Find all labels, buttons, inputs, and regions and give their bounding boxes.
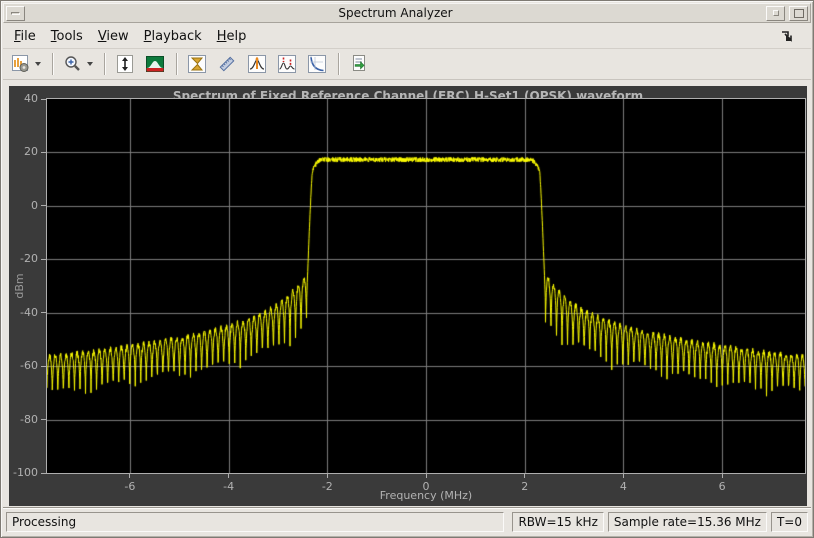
- toolbar-separator: [338, 53, 340, 75]
- y-tick-mark: [41, 205, 46, 207]
- minimize-icon: [772, 10, 779, 16]
- y-tick-mark: [41, 419, 46, 421]
- spectrum-display-button[interactable]: [141, 51, 169, 77]
- spectrum-settings-button[interactable]: [7, 51, 45, 77]
- cursor-measurements-button[interactable]: [183, 51, 211, 77]
- toolbar: [3, 49, 811, 80]
- zoom-in-button[interactable]: [59, 51, 97, 77]
- x-tick-mark: [326, 474, 328, 478]
- y-tick-mark: [41, 365, 46, 367]
- distortion-measurements-button[interactable]: [273, 51, 301, 77]
- x-tick-label: -6: [124, 480, 136, 493]
- y-tick-mark: [41, 472, 46, 474]
- dropdown-caret-icon: [87, 62, 93, 66]
- y-tick-label: 0: [31, 198, 38, 212]
- y-tick-mark: [41, 98, 46, 100]
- y-tick-label: 20: [24, 145, 38, 159]
- distortion-measurements-icon: [278, 55, 296, 73]
- dock-button[interactable]: [779, 30, 795, 44]
- y-tick-label: -20: [20, 252, 38, 266]
- chart-panel: Spectrum of Fixed Reference Channel (FRC…: [9, 86, 807, 506]
- status-rbw: RBW=15 kHz: [512, 511, 604, 532]
- y-tick-label: 40: [24, 92, 38, 105]
- window-menu-icon: [11, 11, 20, 15]
- status-time: T=0: [770, 511, 808, 532]
- autoscale-y-axis-icon: [117, 55, 133, 73]
- toolbar-separator: [176, 53, 178, 75]
- plot-frame: [46, 98, 806, 474]
- dock-arrow-icon: [782, 31, 792, 42]
- peak-finder-button[interactable]: [243, 51, 271, 77]
- autoscale-y-axis-button[interactable]: [111, 51, 139, 77]
- y-tick-mark: [41, 312, 46, 314]
- menu-bar: File Tools View Playback Help: [3, 24, 811, 49]
- menu-help[interactable]: Help: [216, 27, 248, 46]
- y-axis-label: dBm: [13, 273, 26, 299]
- toolbar-separator: [52, 53, 54, 75]
- status-message: Processing: [6, 511, 505, 532]
- x-tick-mark: [425, 474, 427, 478]
- maximize-icon: [793, 8, 804, 18]
- spectrum-analyzer-window: Spectrum Analyzer File Tools View Playba…: [0, 0, 814, 538]
- status-bar: Processing RBW=15 kHz Sample rate=15.36 …: [3, 507, 811, 536]
- menu-tools[interactable]: Tools: [50, 27, 84, 46]
- x-tick-mark: [622, 474, 624, 478]
- x-tick-mark: [129, 474, 131, 478]
- status-sample-rate: Sample rate=15.36 MHz: [607, 511, 767, 532]
- y-tick-mark: [41, 151, 46, 153]
- signal-measurements-icon: [219, 56, 235, 72]
- menu-playback[interactable]: Playback: [143, 27, 203, 46]
- spectrum-canvas[interactable]: [47, 99, 805, 473]
- y-tick-label: -80: [20, 412, 38, 426]
- x-tick-label: 6: [718, 480, 726, 493]
- toolbar-separator: [104, 53, 106, 75]
- x-tick-label: -2: [321, 480, 333, 493]
- spectrum-settings-icon: [12, 55, 29, 72]
- y-tick-label: -40: [20, 305, 38, 319]
- x-tick-mark: [524, 474, 526, 478]
- x-tick-label: -4: [223, 480, 235, 493]
- menu-view[interactable]: View: [97, 27, 130, 46]
- x-tick-mark: [721, 474, 723, 478]
- y-tick-label: -100: [13, 466, 38, 479]
- peak-finder-icon: [248, 55, 266, 73]
- zoom-in-icon: [65, 56, 80, 71]
- title-bar: Spectrum Analyzer: [3, 3, 811, 23]
- signal-measurements-button[interactable]: [213, 51, 241, 77]
- maximize-button[interactable]: [789, 5, 808, 21]
- x-tick-label: 4: [619, 480, 627, 493]
- window-menu-button[interactable]: [6, 5, 25, 21]
- minimize-button[interactable]: [766, 5, 785, 21]
- generate-script-button[interactable]: [345, 51, 373, 77]
- x-tick-mark: [228, 474, 230, 478]
- y-tick-mark: [41, 258, 46, 260]
- y-tick-label: -60: [20, 359, 38, 373]
- cursor-measurements-icon: [188, 55, 206, 73]
- window-title: Spectrum Analyzer: [338, 6, 453, 20]
- ccdf-measurements-icon: [308, 55, 326, 73]
- x-tick-label: 2: [521, 480, 529, 493]
- x-tick-label: 0: [422, 480, 430, 493]
- generate-script-icon: [353, 55, 365, 71]
- spectrum-display-icon: [146, 56, 164, 72]
- dropdown-caret-icon: [35, 62, 41, 66]
- ccdf-measurements-button[interactable]: [303, 51, 331, 77]
- menu-file[interactable]: File: [13, 27, 37, 46]
